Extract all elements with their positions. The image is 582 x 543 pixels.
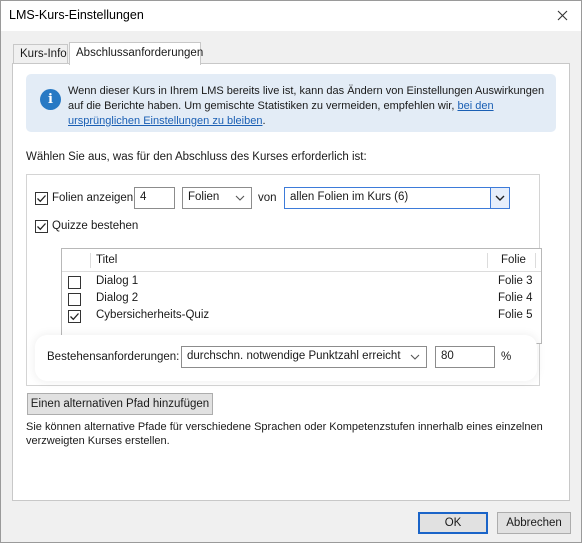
info-suffix: . bbox=[262, 115, 266, 127]
tab-abschlussanforderungen[interactable]: Abschlussanforderungen bbox=[69, 42, 203, 65]
table-row[interactable]: Dialog 1 Folie 3 bbox=[62, 274, 541, 291]
tab-panel: i Wenn dieser Kurs in Ihrem LMS bereits … bbox=[12, 63, 570, 501]
pass-requirements-label: Bestehensanforderungen: bbox=[47, 351, 180, 363]
slides-scope-dropdown[interactable]: allen Folien im Kurs (6) bbox=[284, 187, 510, 209]
info-icon: i bbox=[40, 89, 61, 110]
quiz-title: Cybersicherheits-Quiz bbox=[96, 309, 210, 321]
cancel-button[interactable]: Abbrechen bbox=[497, 512, 571, 534]
close-icon bbox=[557, 10, 567, 20]
table-header: Titel Folie bbox=[62, 249, 541, 272]
pass-requirements-dropdown[interactable]: durchschn. notwendige Punktzahl erreicht bbox=[181, 346, 427, 368]
slides-unit-value: Folien bbox=[188, 191, 220, 203]
ok-button[interactable]: OK bbox=[418, 512, 488, 534]
slides-unit-dropdown[interactable]: Folien bbox=[182, 187, 252, 209]
score-input[interactable]: 80 bbox=[435, 346, 495, 368]
quiz-row-checkbox[interactable] bbox=[68, 310, 81, 323]
chevron-down-icon bbox=[495, 195, 505, 201]
pass-requirements-row: Bestehensanforderungen: durchschn. notwe… bbox=[41, 341, 531, 375]
quizzes-checkbox[interactable] bbox=[35, 220, 48, 233]
close-button[interactable] bbox=[549, 4, 575, 26]
column-divider bbox=[535, 253, 536, 268]
info-text: Wenn dieser Kurs in Ihrem LMS bereits li… bbox=[68, 84, 548, 129]
alternative-path-hint: Sie können alternative Pfade für verschi… bbox=[26, 421, 543, 447]
scope-dropdown-button[interactable] bbox=[490, 188, 509, 208]
quiz-table: Titel Folie Dialog 1 Folie 3 Dialog 2 Fo… bbox=[61, 248, 542, 344]
table-row[interactable]: Cybersicherheits-Quiz Folie 5 bbox=[62, 308, 541, 325]
info-banner: i Wenn dieser Kurs in Ihrem LMS bereits … bbox=[26, 74, 556, 132]
slides-checkbox[interactable] bbox=[35, 192, 48, 205]
quizzes-label: Quizze bestehen bbox=[52, 220, 139, 232]
pass-requirements-value: durchschn. notwendige Punktzahl erreicht bbox=[187, 350, 401, 362]
add-alternative-path-button[interactable]: Einen alternativen Pfad hinzufügen bbox=[27, 393, 213, 415]
column-divider bbox=[487, 253, 488, 268]
column-header-slide[interactable]: Folie bbox=[501, 254, 526, 266]
column-divider bbox=[90, 253, 91, 268]
checkmark-icon bbox=[70, 313, 79, 321]
quiz-row-checkbox[interactable] bbox=[68, 276, 81, 289]
chevron-down-icon bbox=[235, 195, 245, 201]
slides-count-input[interactable]: 4 bbox=[134, 187, 175, 209]
window-title: LMS-Kurs-Einstellungen bbox=[9, 8, 144, 22]
quiz-title: Dialog 2 bbox=[96, 292, 139, 304]
quiz-row-checkbox[interactable] bbox=[68, 293, 81, 306]
checkmark-icon bbox=[37, 223, 46, 231]
tab-kurs-info[interactable]: Kurs-Info bbox=[13, 44, 68, 64]
title-bar: LMS-Kurs-Einstellungen bbox=[1, 1, 581, 31]
column-header-title[interactable]: Titel bbox=[96, 254, 117, 266]
instruction-text: Wählen Sie aus, was für den Abschluss de… bbox=[26, 151, 367, 163]
connector-label: von bbox=[258, 192, 277, 204]
checkmark-icon bbox=[37, 195, 46, 203]
quiz-slide: Folie 5 bbox=[498, 309, 533, 321]
chevron-down-icon bbox=[410, 354, 420, 360]
slides-label: Folien anzeigen bbox=[52, 192, 134, 204]
dialog-window: LMS-Kurs-Einstellungen Kurs-Info Abschlu… bbox=[0, 0, 582, 543]
slides-scope-value: allen Folien im Kurs (6) bbox=[290, 191, 409, 203]
quiz-slide: Folie 4 bbox=[498, 292, 533, 304]
quiz-slide: Folie 3 bbox=[498, 275, 533, 287]
quiz-title: Dialog 1 bbox=[96, 275, 139, 287]
table-row[interactable]: Dialog 2 Folie 4 bbox=[62, 291, 541, 308]
percent-label: % bbox=[501, 351, 512, 363]
